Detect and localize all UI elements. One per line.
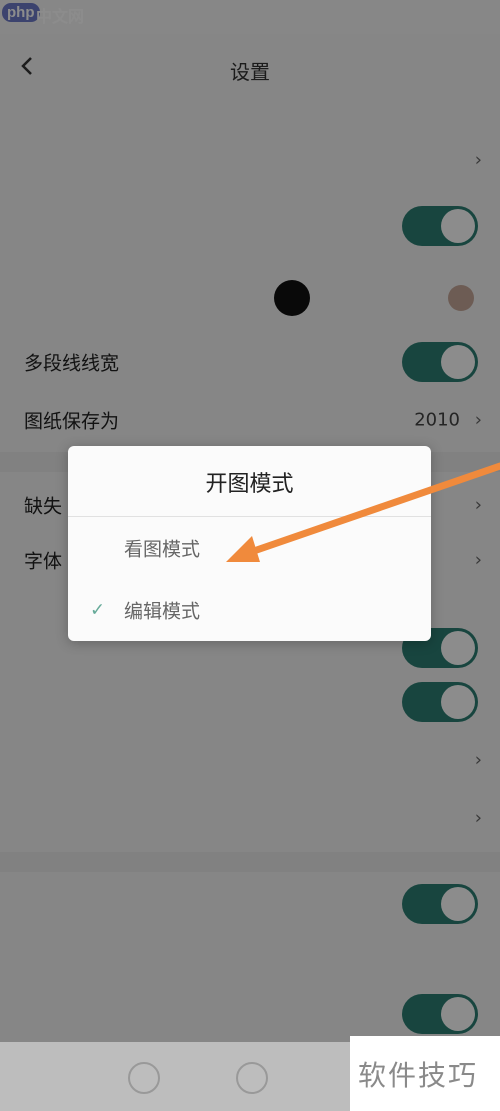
nav-circle-icon[interactable] [128, 1062, 160, 1094]
option-label: 看图模式 [124, 538, 201, 561]
checkmark-icon: ✓ [90, 599, 106, 621]
open-mode-dialog: 开图模式 看图模式 ✓ 编辑模式 [68, 446, 431, 641]
watermark: 软件技巧 [350, 1036, 500, 1111]
nav-circle-icon[interactable] [236, 1062, 268, 1094]
option-label: 编辑模式 [124, 600, 201, 623]
option-view-mode[interactable]: 看图模式 [68, 517, 431, 579]
watermark-text: 软件技巧 [358, 1059, 479, 1092]
dialog-title: 开图模式 [205, 472, 294, 497]
option-edit-mode[interactable]: ✓ 编辑模式 [68, 579, 431, 641]
